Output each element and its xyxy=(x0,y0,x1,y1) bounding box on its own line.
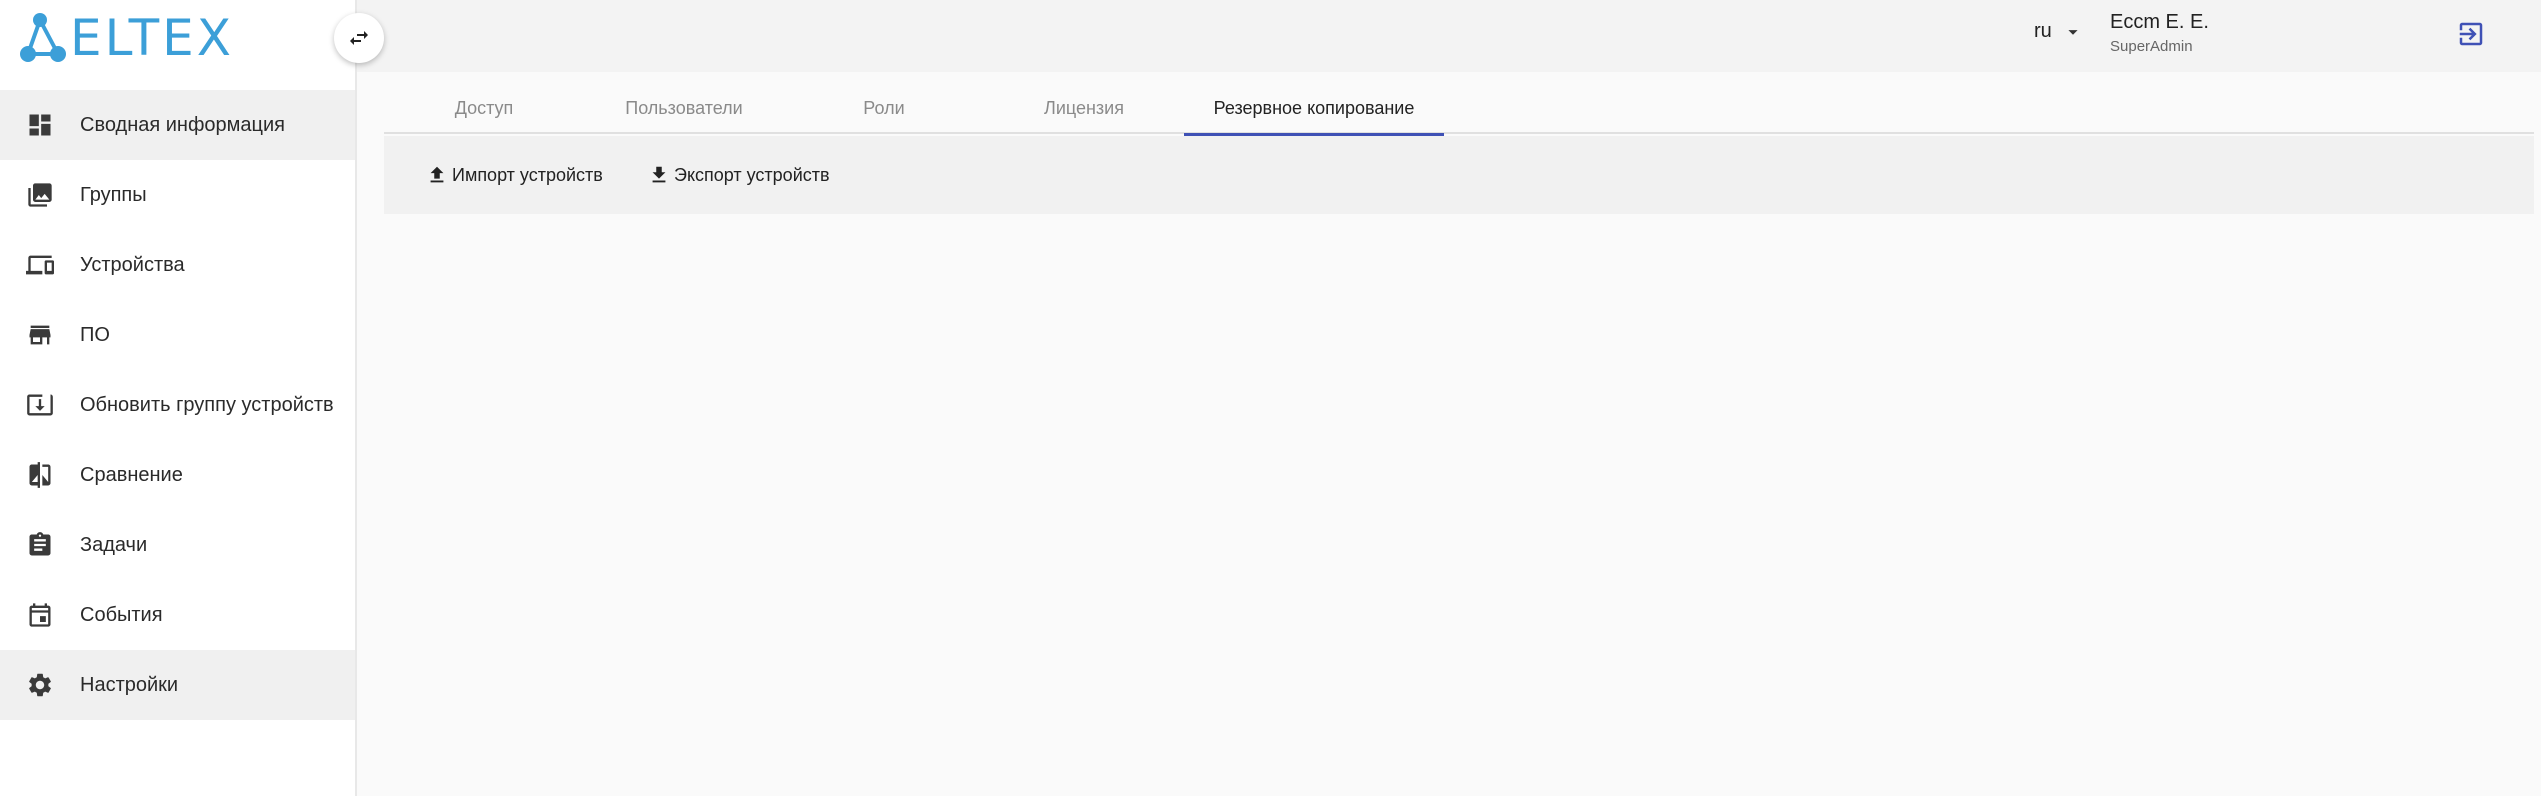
import-devices-label: Импорт устройств xyxy=(452,164,603,185)
tab-license[interactable]: Лицензия xyxy=(984,82,1184,134)
logo-text: ELTEX xyxy=(70,9,234,67)
sidebar-item-tasks[interactable]: Задачи xyxy=(0,510,355,580)
tab-backup[interactable]: Резервное копирование xyxy=(1184,82,1444,136)
sidebar-item-devices[interactable]: Устройства xyxy=(0,230,355,300)
sidebar-item-compare[interactable]: Сравнение xyxy=(0,440,355,510)
top-header: ru Eccm E. E. SuperAdmin xyxy=(357,0,2541,72)
sidebar-toggle-button[interactable] xyxy=(334,13,384,63)
language-select[interactable]: ru xyxy=(2034,20,2084,43)
upload-icon xyxy=(430,166,444,183)
photo-library-icon xyxy=(25,180,55,210)
sidebar-item-label: Сравнение xyxy=(80,463,183,486)
backup-panel: Импорт устройств Экспорт устройств xyxy=(384,136,2534,214)
sidebar-nav: Сводная информация Группы Устройства ПО … xyxy=(0,90,355,720)
eltex-logo[interactable]: ELTEX xyxy=(18,10,248,66)
download-icon xyxy=(652,166,666,183)
sidebar-item-label: Устройства xyxy=(80,253,185,276)
user-info: Eccm E. E. SuperAdmin xyxy=(2110,10,2209,58)
assignment-icon xyxy=(25,530,55,560)
sidebar-item-label: Задачи xyxy=(80,533,148,556)
compare-icon xyxy=(25,460,55,490)
sidebar-item-update-group[interactable]: Обновить группу устройств xyxy=(0,370,355,440)
sidebar-item-label: Обновить группу устройств xyxy=(80,393,334,416)
sidebar-item-summary[interactable]: Сводная информация xyxy=(0,90,355,160)
logout-icon xyxy=(2459,22,2483,46)
language-value: ru xyxy=(2034,20,2052,42)
sidebar-item-events[interactable]: События xyxy=(0,580,355,650)
sidebar: ELTEX Сводная информация Группы Устройст… xyxy=(0,0,357,796)
tab-access[interactable]: Доступ xyxy=(384,82,584,134)
system-update-icon xyxy=(25,390,55,420)
user-name: Eccm E. E. xyxy=(2110,11,2209,33)
sidebar-item-label: Сводная информация xyxy=(80,113,285,136)
devices-icon xyxy=(25,250,55,280)
import-devices-button[interactable]: Импорт устройств xyxy=(426,156,603,194)
sidebar-item-groups[interactable]: Группы xyxy=(0,160,355,230)
sidebar-item-label: Группы xyxy=(80,183,147,206)
export-devices-label: Экспорт устройств xyxy=(674,164,830,185)
tab-roles[interactable]: Роли xyxy=(784,82,984,134)
sidebar-item-software[interactable]: ПО xyxy=(0,300,355,370)
user-role: SuperAdmin xyxy=(2110,38,2193,55)
settings-tabs: Доступ Пользователи Роли Лицензия Резерв… xyxy=(384,82,2534,136)
dashboard-icon xyxy=(25,110,55,140)
export-devices-button[interactable]: Экспорт устройств xyxy=(648,156,830,194)
sidebar-item-label: Настройки xyxy=(80,673,179,696)
swap-horizontal-icon xyxy=(350,31,368,45)
sidebar-item-settings[interactable]: Настройки xyxy=(0,650,355,720)
network-logo-icon xyxy=(20,13,66,62)
logout-button[interactable] xyxy=(2456,19,2486,49)
chevron-down-icon xyxy=(2068,29,2078,35)
sidebar-item-label: События xyxy=(80,603,163,626)
settings-icon xyxy=(25,670,55,700)
event-icon xyxy=(25,600,55,630)
sidebar-item-label: ПО xyxy=(80,323,110,346)
store-icon xyxy=(25,320,55,350)
tab-users[interactable]: Пользователи xyxy=(584,82,784,134)
